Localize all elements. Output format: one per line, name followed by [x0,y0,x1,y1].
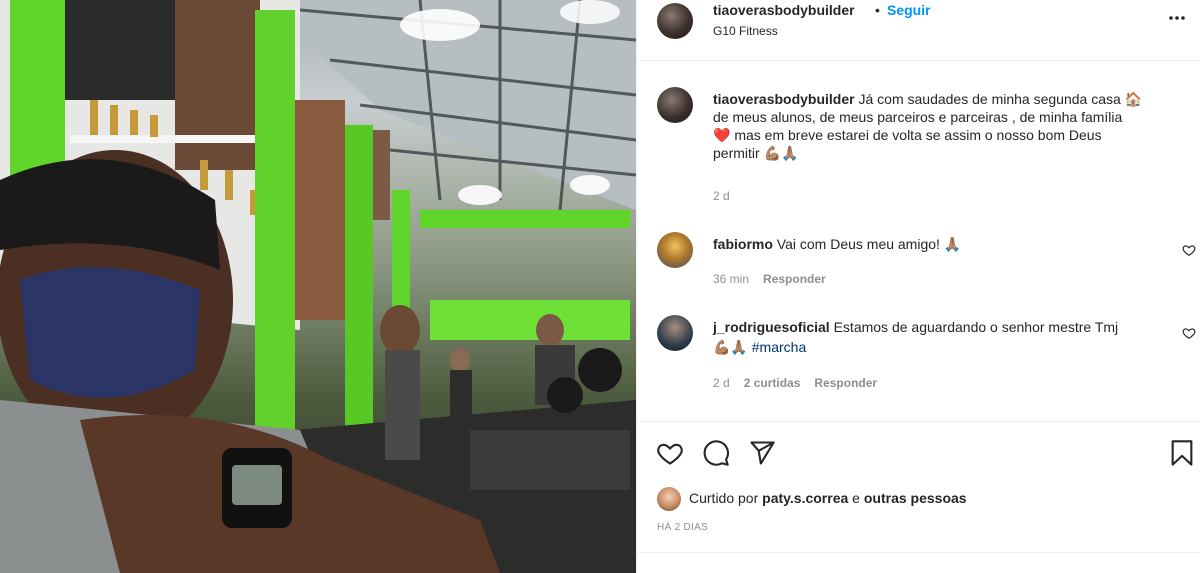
post-details-panel: tiaoverasbodybuilder • Seguir G10 Fitnes… [636,0,1200,573]
comment-avatar-fabiormo[interactable] [657,232,693,268]
comment-icon[interactable] [702,439,730,467]
comment-meta: 2 d 2 curtidas Responder [713,376,877,390]
comment-meta: 36 min Responder [713,272,826,286]
likes-prefix: Curtido por [689,490,759,506]
comment-fabiormo: fabiormo Vai com Deus meu amigo! 🙏🏽 [713,235,1143,253]
caption-line-2: de meus alunos, de meus parceiros e parc… [713,109,1123,125]
comment-time: 2 d [713,376,730,390]
comment-username[interactable]: j_rodriguesoficial [713,319,830,335]
comment-emoji: 💪🏽🙏🏽 [713,339,748,355]
divider [637,552,1200,553]
gym-selfie-image [0,0,636,573]
comment-like-heart-icon[interactable] [1182,243,1196,257]
hashtag-link[interactable]: #marcha [752,339,806,355]
caption-avatar[interactable] [657,87,693,123]
comment-username[interactable]: fabiormo [713,236,773,252]
reply-button[interactable]: Responder [814,376,877,390]
caption-text: tiaoverasbodybuilder Já com saudades de … [713,90,1183,162]
comment-j-rodriguesoficial: j_rodriguesoficial Estamos de aguardando… [713,318,1173,356]
divider [637,60,1200,61]
bookmark-icon[interactable] [1168,439,1196,467]
follow-button[interactable]: Seguir [887,2,931,18]
caption-username[interactable]: tiaoverasbodybuilder [713,91,855,107]
heart-icon[interactable] [656,439,684,467]
post-photo[interactable] [0,0,636,573]
location-link[interactable]: G10 Fitness [713,24,778,38]
comment-like-heart-icon[interactable] [1182,326,1196,340]
caption-line-4: permitir 💪🏽🙏🏽 [713,145,799,161]
likes-others-link[interactable]: outras pessoas [864,490,967,506]
likes-conjunction: e [852,490,860,506]
comment-avatar-j-rodriguesoficial[interactable] [657,315,693,351]
caption-time: 2 d [713,189,730,203]
separator-dot: • [875,2,880,18]
avatar[interactable] [657,3,693,39]
comment-text: Estamos de aguardando o senhor mestre Tm… [833,319,1119,335]
comment-likes-count[interactable]: 2 curtidas [744,376,801,390]
reply-button[interactable]: Responder [763,272,826,286]
liker-username[interactable]: paty.s.correa [762,490,848,506]
share-icon[interactable] [748,439,776,467]
comment-time: 36 min [713,272,750,286]
liker-avatar[interactable] [657,487,681,511]
more-options-icon[interactable] [1167,8,1187,28]
likes-summary: Curtido por paty.s.correa e outras pesso… [689,490,967,506]
caption-line-3: ❤️ mas em breve estarei de volta se assi… [713,127,1102,143]
comment-text: Vai com Deus meu amigo! 🙏🏽 [776,236,962,252]
divider [637,421,1200,422]
post-author-username[interactable]: tiaoverasbodybuilder [713,2,855,18]
posted-timestamp: HÁ 2 DIAS [657,522,709,533]
caption-line-1: Já com saudades de minha segunda casa 🏠 [858,91,1143,107]
